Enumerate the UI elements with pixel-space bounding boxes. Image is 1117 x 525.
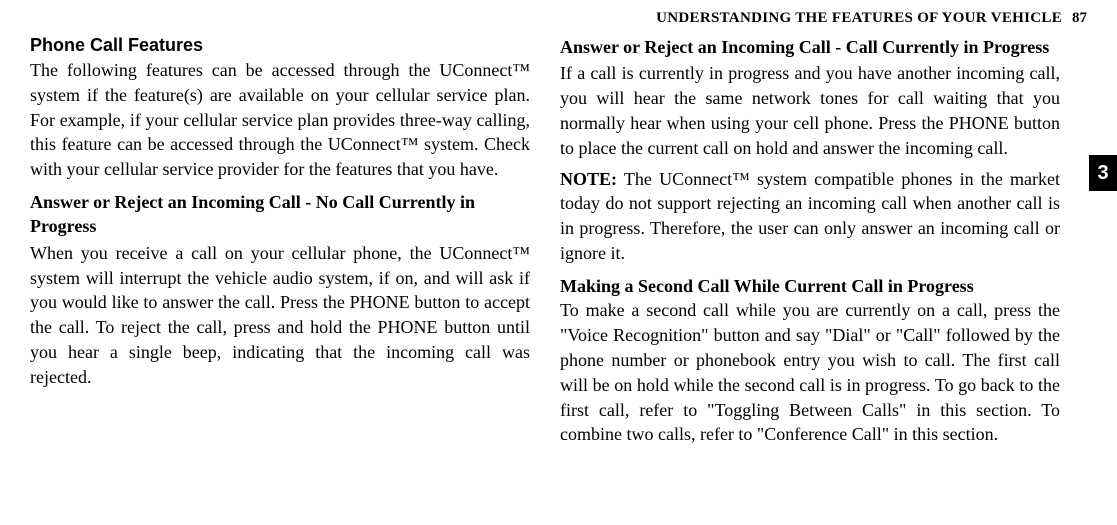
page-number: 87 [1072,10,1087,27]
left-column: Phone Call Features The following featur… [30,35,530,453]
page-header: UNDERSTANDING THE FEATURES OF YOUR VEHIC… [30,10,1087,27]
paragraph-no-call-in-progress: When you receive a call on your cellular… [30,241,530,390]
paragraph-second-call: To make a second call while you are curr… [560,298,1060,447]
subheading-second-call: Making a Second Call While Current Call … [560,274,1060,298]
paragraph-call-in-progress: If a call is currently in progress and y… [560,61,1060,160]
section-title-phone-call-features: Phone Call Features [30,35,530,56]
content-columns: Phone Call Features The following featur… [30,35,1087,453]
right-column: Answer or Reject an Incoming Call - Call… [560,35,1060,453]
note-label: NOTE: [560,169,617,189]
header-title: UNDERSTANDING THE FEATURES OF YOUR VEHIC… [656,10,1062,27]
section-tab: 3 [1089,155,1117,191]
note-text: The UConnect™ system compatible phones i… [560,169,1060,263]
note-paragraph: NOTE: The UConnect™ system compatible ph… [560,167,1060,266]
subheading-call-in-progress: Answer or Reject an Incoming Call - Call… [560,35,1060,59]
subheading-no-call-in-progress: Answer or Reject an Incoming Call - No C… [30,190,530,239]
intro-paragraph: The following features can be accessed t… [30,58,530,182]
section-tab-number: 3 [1097,162,1108,185]
